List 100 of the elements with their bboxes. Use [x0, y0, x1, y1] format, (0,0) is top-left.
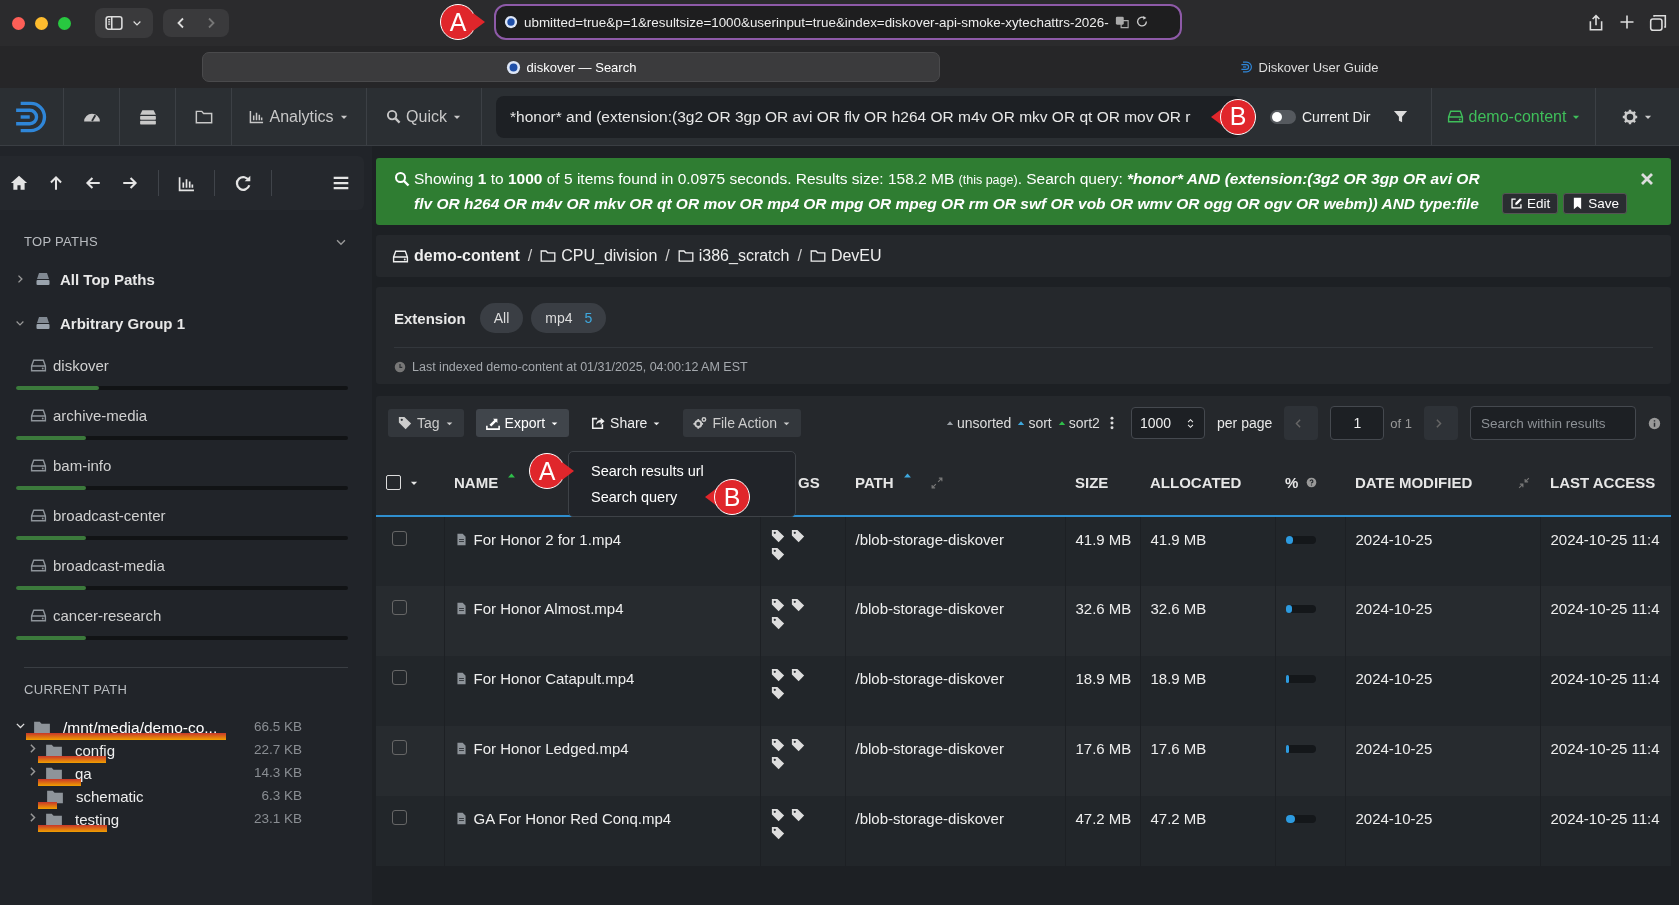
file-name[interactable]: For Honor Almost.mp4	[473, 600, 624, 617]
compress-icon[interactable]	[1518, 476, 1530, 489]
settings-icon[interactable]	[1622, 108, 1639, 125]
close-icon[interactable]	[1639, 171, 1655, 187]
sort-option[interactable]: unsorted	[944, 415, 1012, 431]
new-tab-icon[interactable]	[1619, 14, 1635, 30]
sidebar-toggle-button[interactable]	[95, 8, 153, 38]
tag-icon[interactable]	[790, 738, 805, 752]
sort-option[interactable]: sort	[1016, 415, 1052, 431]
tag-icon[interactable]	[790, 529, 805, 543]
drives-icon[interactable]	[138, 107, 157, 126]
file-name[interactable]: GA For Honor Red Conq.mp4	[473, 810, 672, 827]
reload-icon[interactable]	[1134, 15, 1149, 29]
expand-icon[interactable]	[930, 476, 943, 489]
filter-chip[interactable]: All	[479, 303, 524, 333]
window-minimize-button[interactable]	[35, 16, 48, 30]
row-checkbox[interactable]	[392, 600, 407, 615]
nav-menu[interactable]: Analytics	[232, 88, 367, 145]
tree-group[interactable]: All Top Paths	[0, 257, 372, 301]
toolbar-button[interactable]: Export	[475, 409, 570, 437]
select-all-checkbox[interactable]	[386, 475, 401, 490]
top-path-item[interactable]: bam-info	[16, 450, 348, 480]
window-close-button[interactable]	[12, 16, 25, 30]
file-name[interactable]: For Honor 2 for 1.mp4	[473, 531, 622, 548]
top-path-item[interactable]: cancer-research	[16, 600, 348, 630]
tag-icon[interactable]	[770, 808, 785, 822]
refresh-icon[interactable]	[234, 174, 252, 192]
tab-overview-icon[interactable]	[1649, 14, 1667, 32]
column-header[interactable]: NAME	[454, 474, 499, 491]
tree-item[interactable]: testing	[75, 811, 120, 828]
tree-item[interactable]: schematic	[76, 788, 144, 805]
tag-icon[interactable]	[770, 529, 785, 543]
home-icon[interactable]	[10, 174, 28, 192]
sort-option[interactable]: sort2	[1056, 415, 1100, 431]
breadcrumb-link[interactable]: i386_scratch	[677, 247, 790, 265]
tree-group[interactable]: Arbitrary Group 1	[0, 301, 372, 345]
browser-tab[interactable]: diskover — Search	[202, 52, 940, 82]
file-name[interactable]: For Honor Ledged.mp4	[473, 740, 629, 757]
row-checkbox[interactable]	[392, 531, 407, 546]
tag-icon[interactable]	[770, 686, 785, 700]
column-header[interactable]: SIZE	[1075, 474, 1109, 491]
tag-icon[interactable]	[790, 808, 805, 822]
breadcrumb-link[interactable]: DevEU	[809, 247, 882, 265]
tree-item[interactable]: /mnt/media/demo-co...	[63, 719, 218, 737]
page-field[interactable]: 1	[1330, 406, 1385, 440]
tree-item[interactable]: config	[75, 742, 116, 759]
arrow-up-icon[interactable]	[47, 174, 65, 192]
breadcrumb-link[interactable]: CPU_division	[540, 247, 658, 265]
breadcrumb-link[interactable]: demo-content	[392, 247, 520, 265]
translate-icon[interactable]	[1114, 15, 1129, 29]
column-header[interactable]: ALLOCATED	[1150, 474, 1242, 491]
file-name[interactable]: For Honor Catapult.mp4	[473, 670, 635, 687]
bar-chart-icon[interactable]	[178, 174, 195, 192]
tag-icon[interactable]	[790, 668, 805, 682]
help-icon[interactable]	[1306, 477, 1318, 488]
column-header[interactable]: LAST ACCESS	[1550, 474, 1656, 491]
row-checkbox[interactable]	[392, 740, 407, 755]
toolbar-button[interactable]: Tag	[388, 409, 464, 437]
menu-item[interactable]: Search results url	[591, 463, 704, 479]
column-header[interactable]: PATH	[855, 474, 894, 491]
toolbar-button[interactable]: File Action	[683, 409, 801, 437]
row-checkbox[interactable]	[392, 670, 407, 685]
tag-icon[interactable]	[770, 616, 785, 630]
per-page-select[interactable]: 1000	[1130, 407, 1206, 439]
share-icon[interactable]	[1587, 14, 1605, 32]
arrow-left-icon[interactable]	[84, 174, 102, 192]
toggle-switch[interactable]	[1270, 109, 1296, 124]
save-button[interactable]: Save	[1563, 193, 1627, 214]
top-path-item[interactable]: broadcast-media	[16, 550, 348, 580]
top-path-item[interactable]: diskover	[16, 350, 348, 380]
filter-icon[interactable]	[1393, 109, 1409, 124]
logo-icon[interactable]	[14, 99, 49, 134]
index-menu[interactable]: demo-content	[1432, 88, 1597, 145]
address-bar[interactable]: ubmitted=true&p=1&resultsize=1000&userinput=true&index=diskover-api-smoke-xytechattrs-2026-	[494, 4, 1182, 40]
browser-tab[interactable]: Diskover User Guide	[940, 53, 1679, 81]
tag-icon[interactable]	[770, 598, 785, 612]
info-icon[interactable]	[1648, 416, 1661, 430]
tag-icon[interactable]	[770, 738, 785, 752]
menu-icon[interactable]	[332, 174, 350, 192]
window-zoom-button[interactable]	[58, 16, 71, 30]
edit-button[interactable]: Edit	[1501, 193, 1559, 214]
column-header[interactable]: GS	[798, 474, 820, 491]
column-header[interactable]: DATE MODIFIED	[1355, 474, 1473, 491]
toolbar-button[interactable]: Share	[581, 409, 672, 437]
tag-icon[interactable]	[770, 756, 785, 770]
percent-bar	[1285, 675, 1316, 683]
tag-icon[interactable]	[770, 668, 785, 682]
tag-icon[interactable]	[790, 598, 805, 612]
top-path-item[interactable]: broadcast-center	[16, 500, 348, 530]
tag-icon[interactable]	[770, 547, 785, 561]
filter-chip[interactable]: mp4 5	[531, 303, 607, 333]
top-path-item[interactable]: archive-media	[16, 400, 348, 430]
tag-icon[interactable]	[770, 826, 785, 840]
column-header[interactable]: %	[1285, 474, 1299, 491]
search-field[interactable]: Search within results	[1470, 406, 1636, 440]
arrow-right-icon[interactable]	[121, 174, 139, 192]
tree-item[interactable]: qa	[75, 765, 92, 782]
nav-menu[interactable]: Quick	[367, 88, 482, 145]
menu-item[interactable]: Search query	[591, 489, 678, 505]
row-checkbox[interactable]	[392, 810, 407, 825]
